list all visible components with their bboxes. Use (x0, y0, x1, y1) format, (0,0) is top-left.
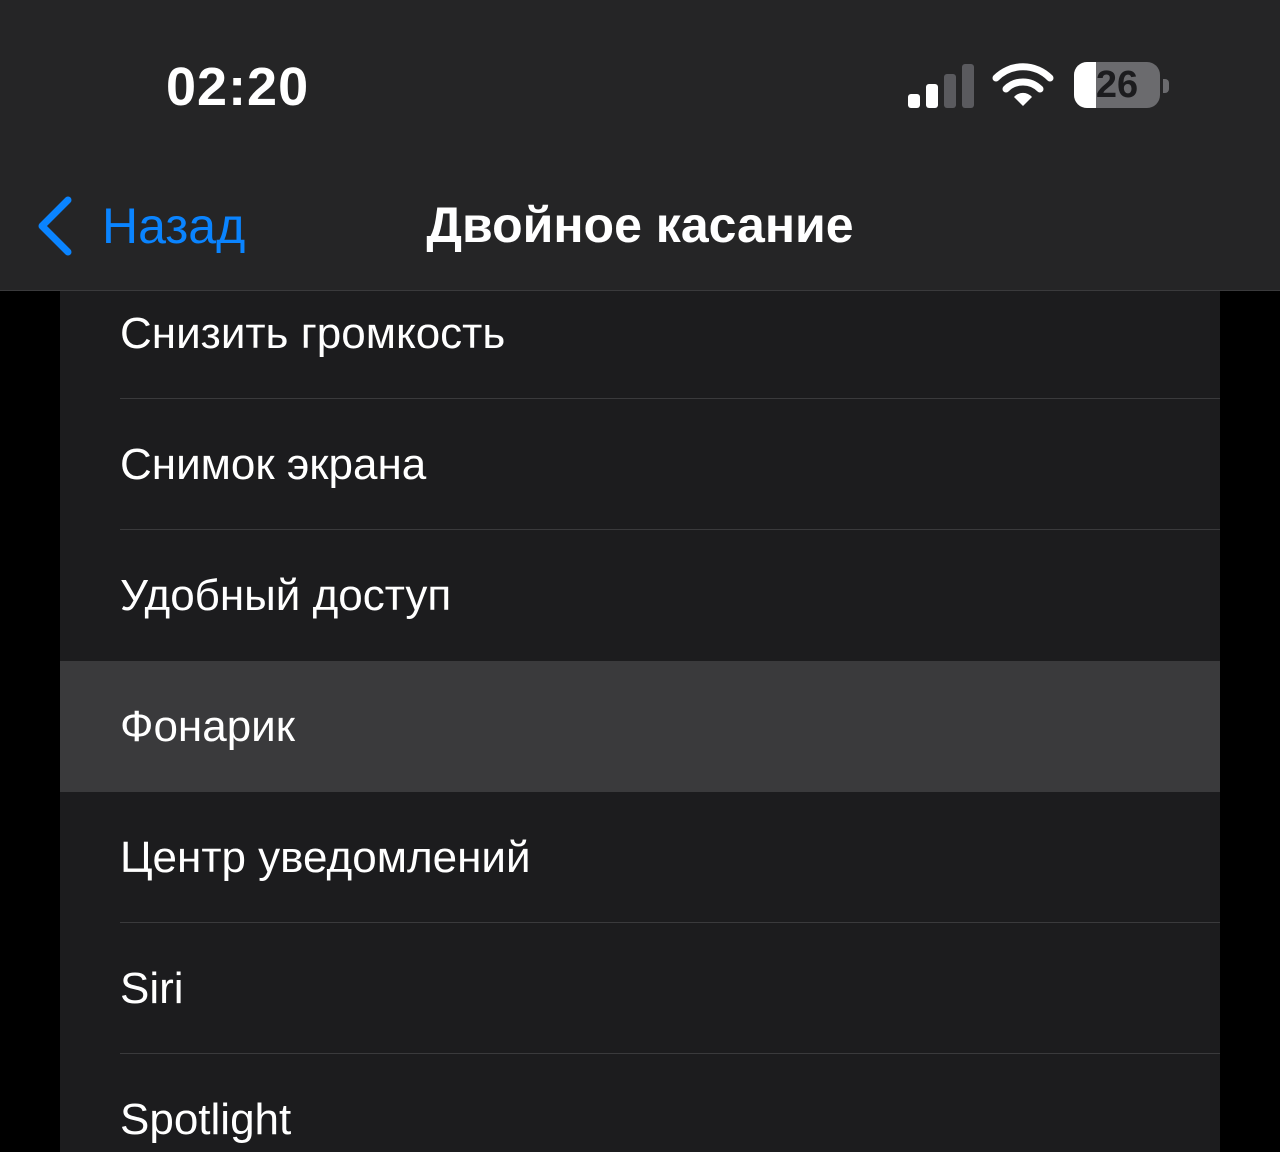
list-item-label: Фонарик (120, 702, 295, 751)
action-list: Снизить громкость Снимок экрана Удобный … (60, 268, 1220, 1152)
list-item-label: Центр уведомлений (120, 833, 531, 882)
list-item[interactable]: Центр уведомлений (60, 792, 1220, 923)
screen: 02:20 26 Двойное касание Назад Снизить г… (0, 0, 1280, 1152)
chevron-left-icon (38, 196, 72, 256)
list-item-label: Удобный доступ (120, 571, 452, 620)
list-item-label: Spotlight (120, 1095, 292, 1144)
wifi-icon (992, 63, 1054, 106)
battery-body: 26 (1074, 62, 1160, 108)
battery-tip (1163, 79, 1169, 93)
back-button[interactable]: Назад (36, 188, 245, 264)
status-time: 02:20 (166, 57, 310, 117)
header: 02:20 26 Двойное касание Назад (0, 0, 1280, 291)
list-item-label: Снимок экрана (120, 440, 427, 489)
back-label: Назад (102, 198, 246, 254)
list-item-label: Siri (120, 964, 184, 1013)
list-item-selected[interactable]: Фонарик (60, 661, 1220, 792)
list-item[interactable]: Siri (60, 923, 1220, 1054)
list-item[interactable]: Spotlight (60, 1054, 1220, 1152)
battery-level: 26 (1095, 64, 1139, 106)
signal-icon (908, 64, 974, 108)
list-item[interactable]: Удобный доступ (60, 530, 1220, 661)
battery-icon: 26 (1074, 62, 1170, 110)
list-item[interactable]: Снимок экрана (60, 399, 1220, 530)
